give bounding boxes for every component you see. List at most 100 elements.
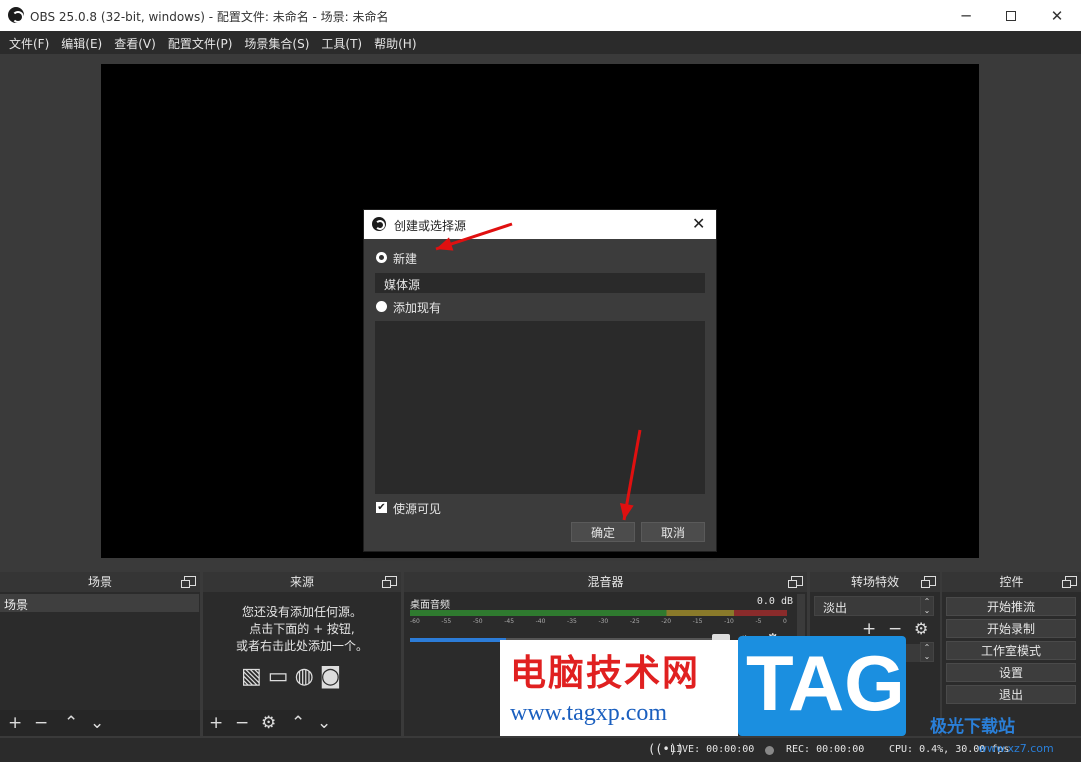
sources-dock-title: 来源 bbox=[289, 575, 314, 589]
meter-scale-tick: -55 bbox=[441, 618, 452, 625]
add-source-icon[interactable]: + bbox=[209, 712, 223, 734]
radio-create-new[interactable] bbox=[376, 252, 387, 263]
meter-scale-tick: -35 bbox=[567, 618, 577, 625]
menu-view[interactable]: 查看(V) bbox=[109, 31, 161, 54]
status-bar: ((•)) LIVE: 00:00:00 REC: 00:00:00 CPU: … bbox=[0, 738, 1081, 762]
sources-hint-line: 您还没有添加任何源。 bbox=[241, 605, 362, 619]
menu-bar: 文件(F) 编辑(E) 查看(V) 配置文件(P) 场景集合(S) 工具(T) … bbox=[0, 31, 1081, 54]
scenes-dock: 场景 场景 + − ⌃ ⌄ bbox=[0, 572, 200, 736]
gear-icon[interactable]: ⚙ bbox=[261, 712, 276, 734]
obs-logo-icon bbox=[372, 217, 386, 231]
duration-spin[interactable]: ⌃ ⌄ bbox=[920, 642, 934, 662]
window-titlebar: OBS 25.0.8 (32-bit, windows) - 配置文件: 未命名… bbox=[0, 0, 1081, 31]
meter-scale: -60 -55 -50 -45 -40 -35 -30 -25 -20 -15 -10 -5 0 bbox=[410, 618, 787, 626]
sources-toolbar: + − ⚙ ⌃ ⌄ bbox=[203, 710, 401, 736]
rec-indicator-icon bbox=[765, 746, 774, 755]
window-title: OBS 25.0.8 (32-bit, windows) - 配置文件: 未命名… bbox=[30, 10, 389, 24]
move-down-icon[interactable]: ⌄ bbox=[90, 712, 104, 734]
maximize-icon bbox=[1006, 10, 1016, 21]
move-up-icon[interactable]: ⌃ bbox=[291, 712, 305, 734]
camera-icon: ◙ bbox=[319, 664, 342, 689]
rec-status: REC: 00:00:00 bbox=[786, 744, 865, 755]
remove-source-icon[interactable]: − bbox=[235, 712, 249, 734]
sources-empty-hint[interactable]: 您还没有添加任何源。 点击下面的 + 按钮, 或者右击此处添加一个。 bbox=[203, 604, 401, 655]
radio-create-new-label: 新建 bbox=[393, 252, 418, 266]
globe-icon: ◍ bbox=[294, 664, 314, 689]
watermark-site-name: 极光下载站 bbox=[930, 717, 1015, 737]
start-streaming-button[interactable]: 开始推流 bbox=[946, 597, 1076, 616]
menu-file[interactable]: 文件(F) bbox=[4, 31, 54, 54]
meter-scale-tick: -15 bbox=[692, 618, 703, 625]
watermark-box: 电脑技术网 www.tagxp.com bbox=[500, 640, 738, 736]
source-name-input[interactable]: 媒体源 bbox=[375, 273, 705, 293]
meter-scale-tick: -30 bbox=[598, 618, 609, 625]
monitor-icon: ▭ bbox=[267, 664, 289, 689]
live-status: LIVE: 00:00:00 bbox=[670, 744, 755, 755]
mixer-dock-title: 混音器 bbox=[587, 575, 624, 589]
ok-button[interactable]: 确定 bbox=[571, 522, 635, 542]
volume-slider-fill bbox=[410, 638, 506, 642]
transitions-dock-header: 转场特效 bbox=[810, 572, 940, 592]
menu-help[interactable]: 帮助(H) bbox=[369, 31, 421, 54]
meter-scale-tick: -45 bbox=[504, 618, 515, 625]
undock-icon[interactable] bbox=[181, 576, 196, 588]
scenes-dock-header: 场景 bbox=[0, 572, 200, 592]
add-scene-icon[interactable]: + bbox=[8, 712, 22, 734]
undock-icon[interactable] bbox=[921, 576, 936, 588]
make-visible-checkbox[interactable]: ✔ bbox=[376, 502, 387, 513]
obs-logo-icon bbox=[8, 7, 24, 23]
move-down-icon[interactable]: ⌄ bbox=[317, 712, 331, 734]
undock-icon[interactable] bbox=[382, 576, 397, 588]
scenes-dock-title: 场景 bbox=[87, 575, 112, 589]
undock-icon[interactable] bbox=[1062, 576, 1077, 588]
move-up-icon[interactable]: ⌃ bbox=[64, 712, 78, 734]
meter-scale-tick: -5 bbox=[755, 618, 762, 625]
transition-select-spin[interactable]: ⌃ ⌄ bbox=[920, 596, 934, 616]
controls-dock-header: 控件 bbox=[942, 572, 1081, 592]
close-button[interactable]: ✕ bbox=[1034, 0, 1080, 31]
sources-dock-header: 来源 bbox=[203, 572, 401, 592]
meter-scale-tick: -25 bbox=[629, 618, 640, 625]
menu-tools[interactable]: 工具(T) bbox=[316, 31, 367, 54]
meter-scale-tick: 0 bbox=[783, 618, 787, 625]
meter-scale-tick: -60 bbox=[410, 618, 420, 625]
meter-scale-tick: -40 bbox=[535, 618, 546, 625]
scene-list-item[interactable]: 场景 bbox=[0, 594, 199, 612]
remove-scene-icon[interactable]: − bbox=[34, 712, 48, 734]
meter-scale-tick: -10 bbox=[724, 618, 734, 625]
transition-select[interactable]: 淡出 bbox=[814, 596, 922, 616]
menu-profile[interactable]: 配置文件(P) bbox=[163, 31, 238, 54]
desktop-audio-level: 0.0 dB bbox=[756, 596, 793, 607]
settings-button[interactable]: 设置 bbox=[946, 663, 1076, 682]
studio-mode-button[interactable]: 工作室模式 bbox=[946, 641, 1076, 660]
dialog-close-button[interactable]: ✕ bbox=[692, 214, 705, 233]
mixer-dock-header: 混音器 bbox=[404, 572, 807, 592]
maximize-button[interactable] bbox=[988, 0, 1034, 31]
desktop-audio-label: 桌面音频 bbox=[410, 600, 450, 611]
exit-button[interactable]: 退出 bbox=[946, 685, 1076, 704]
sources-hint-line: 或者右击此处添加一个。 bbox=[235, 639, 368, 653]
cancel-button[interactable]: 取消 bbox=[641, 522, 705, 542]
sources-dock: 来源 您还没有添加任何源。 点击下面的 + 按钮, 或者右击此处添加一个。 ▧ … bbox=[203, 572, 401, 736]
meter-scale-tick: -20 bbox=[661, 618, 672, 625]
volume-meter bbox=[410, 610, 787, 616]
meter-scale-tick: -50 bbox=[472, 618, 483, 625]
watermark-url: www.tagxp.com bbox=[510, 700, 668, 726]
watermark-cn-text: 电脑技术网 bbox=[510, 652, 701, 694]
radio-add-existing[interactable] bbox=[376, 301, 387, 312]
start-recording-button[interactable]: 开始录制 bbox=[946, 619, 1076, 638]
dialog-titlebar: 创建或选择源 ✕ bbox=[364, 210, 716, 239]
menu-scene-collection[interactable]: 场景集合(S) bbox=[239, 31, 314, 54]
menu-edit[interactable]: 编辑(E) bbox=[56, 31, 107, 54]
transitions-dock-title: 转场特效 bbox=[850, 575, 899, 589]
existing-sources-list[interactable] bbox=[375, 321, 705, 494]
watermark-tag-logo: TAG bbox=[738, 636, 906, 736]
radio-add-existing-label: 添加现有 bbox=[393, 301, 442, 315]
gear-icon[interactable]: ⚙ bbox=[914, 618, 928, 640]
watermark-tag-text: TAG bbox=[746, 639, 905, 727]
minimize-button[interactable]: ─ bbox=[943, 0, 989, 31]
sources-hint-line: 点击下面的 + 按钮, bbox=[249, 622, 355, 636]
undock-icon[interactable] bbox=[788, 576, 803, 588]
watermark-site-url: www.xz7.com bbox=[978, 742, 1054, 755]
scenes-toolbar: + − ⌃ ⌄ bbox=[0, 710, 200, 736]
